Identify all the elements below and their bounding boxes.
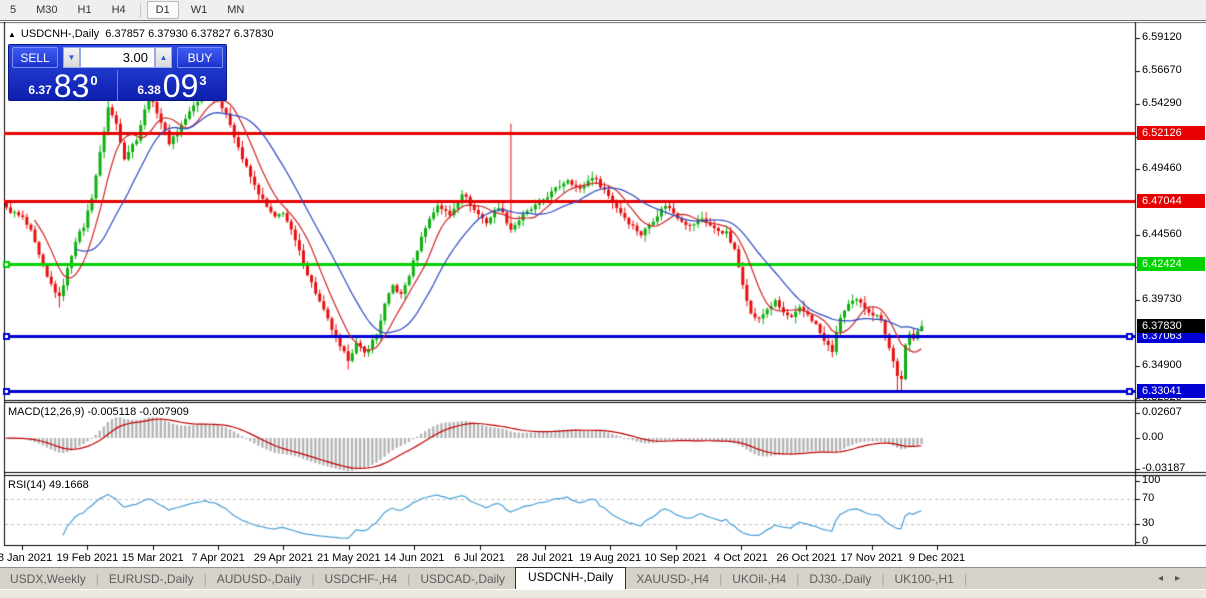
volume-input[interactable]: 3.00 xyxy=(80,47,155,68)
date-axis-label: 19 Feb 2021 xyxy=(56,552,119,564)
chart-tab-uk100h1[interactable]: UK100-,H1 xyxy=(884,570,963,588)
buy-price-big: 09 xyxy=(162,68,199,104)
date-axis-label: 9 Dec 2021 xyxy=(908,552,966,564)
date-axis-label: 28 Jan 2021 xyxy=(0,552,53,564)
sell-button[interactable]: SELL xyxy=(12,47,58,68)
sell-price-small: 6.37 xyxy=(28,83,52,97)
price-axis-tick: 6.39730 xyxy=(1142,293,1182,306)
date-axis-label: 14 Jun 2021 xyxy=(383,552,445,564)
timeframe-button-h4[interactable]: H4 xyxy=(104,2,134,18)
rsi-axis-tick: 0 xyxy=(1142,535,1149,547)
macd-values: -0.005118 -0.007909 xyxy=(87,406,189,418)
date-axis-label: 29 Apr 2021 xyxy=(253,552,314,564)
price-axis-tick: 6.34900 xyxy=(1142,358,1182,371)
macd-axis-tick: 0.02607 xyxy=(1142,406,1182,419)
timeframe-button-d1[interactable]: D1 xyxy=(146,1,179,19)
chart-tab-bar: USDX,Weekly | EURUSD-,Daily | AUDUSD-,Daily |… xyxy=(0,567,1206,589)
timeframe-toolbar: 5 M30 H1 H4 D1 W1 MN xyxy=(0,0,1206,21)
date-axis-label: 15 Mar 2021 xyxy=(121,552,184,564)
buy-button[interactable]: BUY xyxy=(177,47,223,68)
chart-title: USDCNH-,Daily xyxy=(20,28,100,40)
rsi-label: RSI(14) 49.1668 xyxy=(8,479,89,491)
date-axis-label: 10 Sep 2021 xyxy=(644,552,707,564)
timeframe-button-5[interactable]: 5 xyxy=(2,2,24,18)
chart-symbol-header: ▲ USDCNH-,Daily 6.37857 6.37930 6.37827 6… xyxy=(8,28,274,40)
date-axis-label: 7 Apr 2021 xyxy=(191,552,245,564)
price-line-badge: 6.33041 xyxy=(1137,383,1205,398)
one-click-trade-widget: SELL ▼ 3.00 ▲ BUY 6.37 83 0 6.38 09 3 xyxy=(8,44,227,104)
chart-tab-dj30daily[interactable]: DJ30-,Daily xyxy=(799,570,881,588)
date-axis-label: 6 Jul 2021 xyxy=(454,552,505,564)
price-line-badge: 6.52126 xyxy=(1137,125,1205,140)
current-price-badge: 6.37830 xyxy=(1137,318,1205,333)
timeframe-button-w1[interactable]: W1 xyxy=(183,2,216,18)
macd-axis-tick: -0.03187 xyxy=(1142,461,1186,474)
sell-price-sup: 0 xyxy=(90,73,98,88)
volume-decrease-icon[interactable]: ▼ xyxy=(63,47,80,68)
date-axis-label: 26 Oct 2021 xyxy=(776,552,837,564)
chart-tab-usdcnhdaily[interactable]: USDCNH-,Daily xyxy=(515,567,627,589)
chart-window: ▲ USDCNH-,Daily 6.37857 6.37930 6.37827 6… xyxy=(0,22,1206,567)
macd-label: MACD(12,26,9) -0.005118 -0.007909 xyxy=(8,406,189,418)
chart-tab-ukoilh4[interactable]: UKOil-,H4 xyxy=(722,570,796,588)
mt4-window: 5 M30 H1 H4 D1 W1 MN ▲ USDCNH-,Daily 6.37857 6.… xyxy=(0,0,1206,598)
macd-axis-tick: 0.00 xyxy=(1142,431,1164,443)
sell-price[interactable]: 6.37 83 0 xyxy=(9,68,118,104)
rsi-axis-tick: 70 xyxy=(1142,492,1155,505)
timeframe-button-mn[interactable]: MN xyxy=(219,2,252,18)
buy-price-sup: 3 xyxy=(199,73,207,88)
chart-tab-usdxweekly[interactable]: USDX,Weekly xyxy=(0,570,96,588)
date-axis-label: 19 Aug 2021 xyxy=(579,552,642,564)
price-axis-tick: 6.44560 xyxy=(1142,228,1182,240)
rsi-axis-tick: 30 xyxy=(1142,516,1155,529)
timeframe-button-m30[interactable]: M30 xyxy=(28,2,65,18)
chart-tab-eurusddaily[interactable]: EURUSD-,Daily xyxy=(99,570,204,588)
price-line-badge: 6.47044 xyxy=(1137,194,1205,209)
chart-tab-usdchfh4[interactable]: USDCHF-,H4 xyxy=(315,570,408,588)
price-axis-tick: 6.59120 xyxy=(1142,31,1182,44)
status-strip xyxy=(0,589,1206,598)
chart-ohlc-values: 6.37857 6.37930 6.37827 6.37830 xyxy=(105,28,274,40)
chart-tab-usdcaddaily[interactable]: USDCAD-,Daily xyxy=(410,570,515,588)
toolbar-separator xyxy=(139,2,141,18)
chart-tab-xauusdh4[interactable]: XAUUSD-,H4 xyxy=(626,570,719,588)
volume-increase-icon[interactable]: ▲ xyxy=(155,47,172,68)
date-axis-label: 4 Oct 2021 xyxy=(714,552,768,564)
price-line-badge: 6.42424 xyxy=(1137,256,1205,271)
sell-price-big: 83 xyxy=(53,68,90,104)
tab-separator: | xyxy=(963,571,967,586)
date-axis-label: 17 Nov 2021 xyxy=(840,552,903,564)
price-axis-tick: 6.49460 xyxy=(1142,161,1182,174)
rsi-value: 49.1668 xyxy=(48,479,89,491)
date-axis-label: 21 May 2021 xyxy=(316,552,381,564)
tab-scroll-arrows[interactable]: ◂▸ xyxy=(1158,573,1192,584)
timeframe-button-h1[interactable]: H1 xyxy=(70,2,100,18)
collapse-icon[interactable]: ▲ xyxy=(8,30,16,39)
price-axis-tick: 6.56670 xyxy=(1142,64,1182,77)
buy-price-small: 6.38 xyxy=(137,83,161,97)
price-axis-tick: 6.54290 xyxy=(1142,96,1182,109)
chart-tab-audusddaily[interactable]: AUDUSD-,Daily xyxy=(207,570,312,588)
buy-price[interactable]: 6.38 09 3 xyxy=(118,68,226,104)
date-axis-label: 28 Jul 2021 xyxy=(516,552,574,564)
rsi-axis-tick: 100 xyxy=(1142,474,1161,486)
